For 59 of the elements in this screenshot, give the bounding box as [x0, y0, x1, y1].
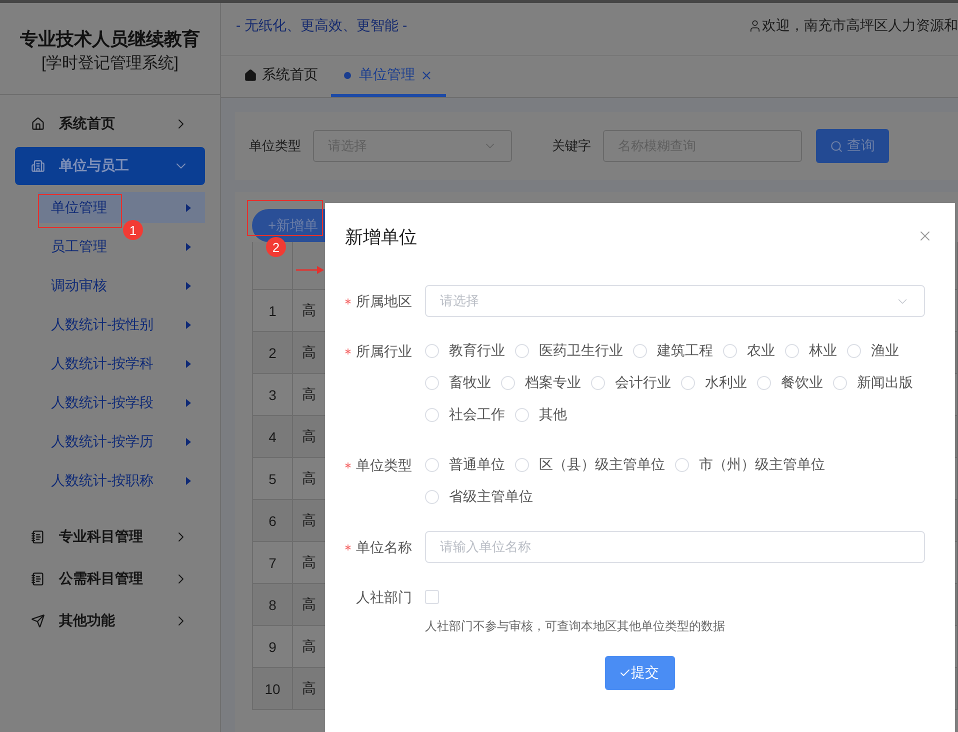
form-label: 所属行业: [356, 342, 412, 361]
hint-text: 人社部门不参与审核，可查询本地区其他单位类型的数据: [425, 618, 726, 635]
home-icon: [244, 68, 257, 82]
welcome-text: 欢迎，南充市高坪区人力资源和: [762, 17, 958, 35]
menu-item[interactable]: 专业科目管理: [15, 518, 205, 556]
tab[interactable]: 系统首页: [231, 56, 331, 97]
radio-option[interactable]: 教育行业: [425, 335, 505, 367]
menu-item[interactable]: 单位与员工: [15, 147, 205, 185]
form-label: 单位名称: [356, 538, 412, 557]
table-cell: 8: [253, 584, 293, 626]
radio-option[interactable]: 农业: [723, 335, 775, 367]
filter-label: 单位类型: [249, 137, 301, 155]
caret-icon: [186, 204, 191, 212]
dot-icon: [344, 72, 351, 78]
checkbox[interactable]: [425, 590, 439, 604]
table-cell: 9: [253, 626, 293, 668]
table-cell: 10: [253, 668, 293, 710]
app-subtitle: [学时登记管理系统]: [42, 54, 178, 74]
table-cell: 7: [253, 542, 293, 584]
table-cell: 5: [253, 458, 293, 500]
menu-item[interactable]: 系统首页: [15, 105, 205, 143]
submenu-item[interactable]: 人数统计-按学历: [38, 430, 205, 453]
form-label: 人社部门: [356, 588, 412, 607]
app-title: 专业技术人员继续教育: [20, 28, 200, 51]
caret-icon: [186, 476, 191, 484]
caret-icon: [186, 438, 191, 446]
filter-label: 关键字: [552, 137, 591, 155]
check-icon: [619, 667, 631, 679]
submenu-item[interactable]: 人数统计-按学科: [38, 352, 205, 375]
close-icon[interactable]: [420, 68, 433, 82]
form-label: 所属地区: [356, 292, 412, 311]
menu-item[interactable]: 公需科目管理: [15, 560, 205, 598]
caret-icon: [186, 320, 191, 328]
caret-icon: [186, 398, 191, 406]
submenu-item[interactable]: 人数统计-按学段: [38, 391, 205, 414]
radio-option[interactable]: 建筑工程: [633, 335, 713, 367]
radio-option[interactable]: 渔业: [847, 335, 899, 367]
menu-item[interactable]: 其他功能: [15, 602, 205, 640]
submenu-item[interactable]: 人数统计-按职称: [38, 469, 205, 492]
search-icon: [830, 140, 843, 152]
caret-icon: [186, 282, 191, 290]
radio-option[interactable]: 医药卫生行业: [515, 335, 623, 367]
caret-icon: [186, 360, 191, 368]
slogan: - 无纸化、更高效、更智能 -: [236, 17, 408, 35]
tab[interactable]: 单位管理: [331, 56, 446, 97]
table-cell: 3: [253, 374, 293, 416]
form-label: 单位类型: [356, 456, 412, 475]
table-cell: 2: [253, 332, 293, 374]
table-cell: 1: [253, 290, 293, 332]
caret-icon: [186, 242, 191, 250]
submenu-item[interactable]: 人数统计-按性别: [38, 313, 205, 336]
table-cell: 4: [253, 416, 293, 458]
submit-button[interactable]: 提交: [605, 656, 675, 690]
user-icon: [748, 19, 762, 33]
radio-option[interactable]: 林业: [785, 335, 837, 367]
table-cell: 6: [253, 500, 293, 542]
submenu-item[interactable]: 调动审核: [38, 274, 205, 297]
submenu-item[interactable]: 单位管理: [38, 192, 205, 223]
arrow-icon: [296, 265, 324, 275]
